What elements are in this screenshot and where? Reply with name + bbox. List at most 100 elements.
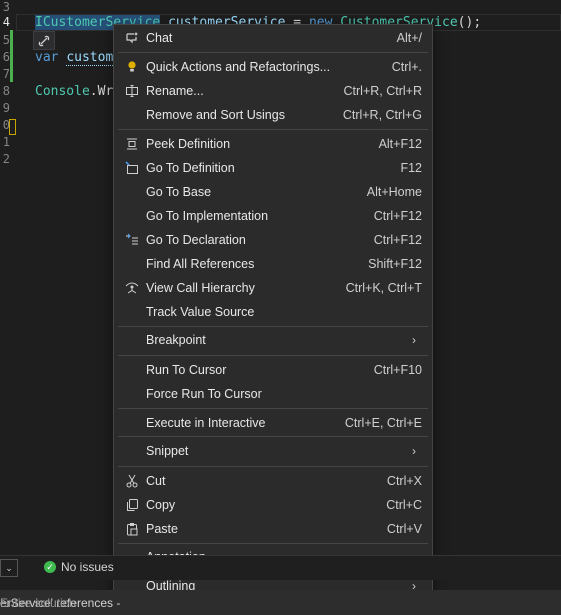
link-icon bbox=[38, 35, 50, 46]
zoom-dropdown-button[interactable]: ⌄ bbox=[0, 559, 18, 577]
chevron-down-icon: ⌄ bbox=[5, 562, 13, 573]
chevron-right-icon: › bbox=[412, 444, 416, 458]
menu-item-shortcut: Ctrl+C bbox=[386, 498, 422, 512]
menu-item-go-to-definition[interactable]: Go To Definition F12 bbox=[118, 157, 428, 179]
line-number: 2 bbox=[2, 152, 10, 166]
menu-item-label: Go To Declaration bbox=[146, 233, 246, 247]
chat-sparkle-icon bbox=[124, 30, 140, 46]
menu-separator bbox=[118, 355, 428, 356]
line-number: 8 bbox=[2, 84, 10, 98]
copy-icon bbox=[124, 497, 140, 513]
breakpoint-margin-marker bbox=[9, 119, 16, 135]
menu-separator bbox=[118, 129, 428, 130]
menu-item-label: Remove and Sort Usings bbox=[146, 108, 285, 122]
menu-item-label: View Call Hierarchy bbox=[146, 281, 255, 295]
menu-item-snippet[interactable]: Snippet › bbox=[118, 440, 428, 462]
rename-icon bbox=[124, 83, 140, 99]
paste-icon bbox=[124, 521, 140, 537]
menu-separator bbox=[118, 543, 428, 544]
lightbulb-icon bbox=[124, 59, 140, 75]
menu-item-label: Rename... bbox=[146, 84, 204, 98]
references-tab-bar[interactable]: erService' references - Entire solution bbox=[0, 590, 561, 615]
chevron-right-icon: › bbox=[412, 333, 416, 347]
menu-item-run-to-cursor[interactable]: Run To Cursor Ctrl+F10 bbox=[118, 359, 428, 381]
menu-item-label: Track Value Source bbox=[146, 305, 255, 319]
menu-item-label: Breakpoint bbox=[146, 333, 206, 347]
menu-item-label: Execute in Interactive bbox=[146, 416, 266, 430]
menu-separator bbox=[118, 52, 428, 53]
menu-item-shortcut: Ctrl+R, Ctrl+R bbox=[343, 84, 422, 98]
line-number: 3 bbox=[2, 0, 10, 14]
menu-item-label: Quick Actions and Refactorings... bbox=[146, 60, 331, 74]
menu-item-shortcut: Ctrl+R, Ctrl+G bbox=[342, 108, 422, 122]
menu-item-track-value-source[interactable]: Track Value Source bbox=[118, 301, 428, 323]
menu-item-chat[interactable]: Chat Alt+/ bbox=[118, 27, 428, 49]
menu-item-label: Go To Definition bbox=[146, 161, 235, 175]
menu-separator bbox=[118, 436, 428, 437]
line-number: 9 bbox=[2, 101, 10, 115]
menu-item-shortcut: Alt+Home bbox=[366, 185, 422, 199]
line-number: 5 bbox=[2, 33, 10, 47]
line-number: 4 bbox=[2, 15, 10, 29]
go-to-definition-icon bbox=[124, 160, 140, 176]
menu-item-shortcut: Ctrl+F12 bbox=[373, 233, 422, 247]
menu-item-copy[interactable]: Copy Ctrl+C bbox=[118, 494, 428, 516]
call-hierarchy-icon bbox=[124, 280, 140, 296]
menu-item-shortcut: Ctrl+. bbox=[391, 60, 422, 74]
menu-item-rename[interactable]: Rename... Ctrl+R, Ctrl+R bbox=[118, 80, 428, 102]
menu-item-shortcut: F12 bbox=[400, 161, 422, 175]
menu-item-breakpoint[interactable]: Breakpoint › bbox=[118, 329, 428, 351]
menu-item-execute-in-interactive[interactable]: Execute in Interactive Ctrl+E, Ctrl+E bbox=[118, 412, 428, 434]
menu-item-shortcut: Ctrl+V bbox=[386, 522, 422, 536]
context-menu: Chat Alt+/ Quick Actions and Refactoring… bbox=[113, 24, 433, 602]
type-name[interactable]: Console bbox=[35, 84, 90, 99]
menu-item-label: Run To Cursor bbox=[146, 363, 227, 377]
menu-item-label: Snippet bbox=[146, 444, 189, 458]
menu-item-label: Copy bbox=[146, 498, 176, 512]
menu-item-go-to-declaration[interactable]: Go To Declaration Ctrl+F12 bbox=[118, 229, 428, 251]
menu-item-label: Cut bbox=[146, 474, 166, 488]
references-scope: Entire solution bbox=[0, 596, 77, 610]
issues-text: No issues bbox=[61, 560, 114, 574]
menu-item-shortcut: Alt+F12 bbox=[378, 137, 422, 151]
menu-separator bbox=[118, 466, 428, 467]
menu-item-view-call-hierarchy[interactable]: View Call Hierarchy Ctrl+K, Ctrl+T bbox=[118, 277, 428, 299]
check-circle-icon: ✓ bbox=[44, 561, 56, 573]
go-to-declaration-icon bbox=[124, 232, 140, 248]
menu-item-cut[interactable]: Cut Ctrl+X bbox=[118, 470, 428, 492]
menu-item-shortcut: Ctrl+X bbox=[386, 474, 422, 488]
menu-item-label: Go To Base bbox=[146, 185, 212, 199]
code-line-8[interactable]: Console.Wri bbox=[35, 84, 121, 99]
menu-item-shortcut: Ctrl+K, Ctrl+T bbox=[345, 281, 422, 295]
punctuation: (); bbox=[457, 15, 482, 30]
menu-item-label: Peek Definition bbox=[146, 137, 231, 151]
menu-item-shortcut: Ctrl+E, Ctrl+E bbox=[344, 416, 422, 430]
menu-item-shortcut: Ctrl+F10 bbox=[373, 363, 422, 377]
menu-item-remove-sort-usings[interactable]: Remove and Sort Usings Ctrl+R, Ctrl+G bbox=[118, 104, 428, 126]
code-line-6[interactable]: var custome bbox=[35, 50, 122, 66]
menu-item-peek-definition[interactable]: Peek Definition Alt+F12 bbox=[118, 133, 428, 155]
menu-item-label: Go To Implementation bbox=[146, 209, 269, 223]
menu-separator bbox=[118, 408, 428, 409]
scissors-icon bbox=[124, 473, 140, 489]
menu-item-force-run-to-cursor[interactable]: Force Run To Cursor bbox=[118, 383, 428, 405]
menu-item-quick-actions[interactable]: Quick Actions and Refactorings... Ctrl+. bbox=[118, 56, 428, 78]
peek-definition-icon bbox=[124, 136, 140, 152]
menu-item-label: Chat bbox=[146, 31, 173, 45]
menu-item-find-all-references[interactable]: Find All References Shift+F12 bbox=[118, 253, 428, 275]
menu-item-go-to-implementation[interactable]: Go To Implementation Ctrl+F12 bbox=[118, 205, 428, 227]
editor-status-bar: ⌄ ✓ No issues bbox=[0, 555, 561, 580]
menu-item-label: Force Run To Cursor bbox=[146, 387, 262, 401]
menu-item-paste[interactable]: Paste Ctrl+V bbox=[118, 518, 428, 540]
menu-item-shortcut: Alt+/ bbox=[396, 31, 422, 45]
line-number: 7 bbox=[2, 67, 10, 81]
refactor-hint-button[interactable] bbox=[33, 31, 55, 50]
issues-indicator[interactable]: ✓ No issues bbox=[44, 560, 114, 574]
menu-item-label: Paste bbox=[146, 522, 178, 536]
menu-separator bbox=[118, 326, 428, 327]
change-marker bbox=[10, 30, 13, 82]
menu-item-go-to-base[interactable]: Go To Base Alt+Home bbox=[118, 181, 428, 203]
menu-item-label: Find All References bbox=[146, 257, 255, 271]
menu-item-shortcut: Ctrl+F12 bbox=[373, 209, 422, 223]
menu-item-shortcut: Shift+F12 bbox=[368, 257, 422, 271]
